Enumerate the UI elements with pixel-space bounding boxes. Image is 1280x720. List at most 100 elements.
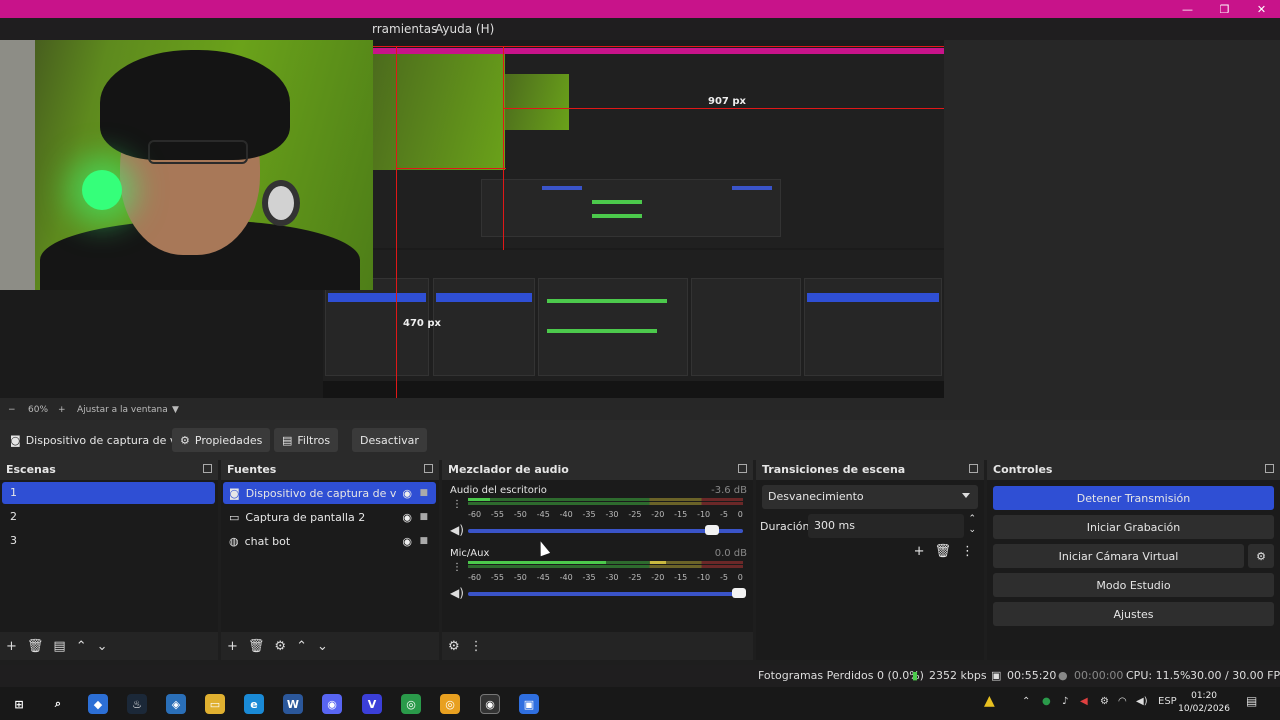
wifi-icon[interactable]: ◠ bbox=[1118, 696, 1127, 707]
windows-start-icon[interactable]: ⊞ bbox=[9, 694, 29, 714]
properties-button[interactable]: ⚙ Propiedades bbox=[172, 428, 271, 452]
scenes-undock-icon[interactable] bbox=[203, 464, 212, 473]
source-item[interactable]: ◍ chat bot ◉ ■ bbox=[223, 530, 436, 552]
microphone-icon[interactable]: ♪ bbox=[1062, 696, 1068, 707]
zoom-bar: − 60% + Ajustar a la ventana ▼ bbox=[0, 402, 1280, 420]
stop-streaming-button[interactable]: Detener Transmisión bbox=[993, 486, 1274, 510]
advanced-audio-icon[interactable]: ⚙ bbox=[448, 639, 460, 654]
gear-icon[interactable]: ⚙ bbox=[274, 639, 286, 654]
speaker-icon[interactable]: ◀) bbox=[450, 586, 464, 600]
tray-alert-icon[interactable]: ◀ bbox=[1080, 696, 1088, 707]
maximize-button[interactable]: ❐ bbox=[1206, 0, 1243, 18]
more-icon[interactable]: ⋮ bbox=[452, 562, 462, 573]
mixer-undock-icon[interactable] bbox=[738, 464, 747, 473]
trash-icon[interactable]: 🗑 bbox=[248, 639, 265, 654]
close-button[interactable]: ✕ bbox=[1243, 0, 1280, 18]
more-icon[interactable]: ⋮ bbox=[961, 544, 974, 559]
menu-help[interactable]: Ayuda (H) bbox=[435, 22, 494, 36]
speaker-icon[interactable]: ◀) bbox=[450, 523, 464, 537]
chevron-down-icon[interactable]: ▼ bbox=[172, 405, 179, 415]
app-icon[interactable]: ◈ bbox=[166, 694, 186, 714]
scene-item-1[interactable]: 1 bbox=[2, 482, 215, 504]
deactivate-button[interactable]: Desactivar bbox=[352, 428, 427, 452]
add-icon[interactable]: + bbox=[6, 639, 17, 654]
app-window-icon[interactable]: ▣ bbox=[519, 694, 539, 714]
volume-slider[interactable] bbox=[468, 525, 743, 535]
tick-label: -15 bbox=[674, 573, 688, 582]
settings-button[interactable]: Ajustes bbox=[993, 602, 1274, 626]
transitions-undock-icon[interactable] bbox=[969, 464, 978, 473]
sources-undock-icon[interactable] bbox=[424, 464, 433, 473]
source-item[interactable]: ▭ Captura de pantalla 2 ◉ ■ bbox=[223, 506, 436, 528]
clock[interactable]: 01:20 10/02/2026 bbox=[1178, 690, 1230, 716]
volume-slider-handle[interactable] bbox=[704, 525, 719, 535]
source-toolbar: ◙ Dispositivo de captura de v ⚙ Propieda… bbox=[0, 420, 1280, 460]
duration-stepper-icon[interactable]: ⌃ ⌄ bbox=[968, 514, 976, 536]
transition-select[interactable]: Desvanecimiento bbox=[762, 485, 978, 509]
lock-icon[interactable]: ■ bbox=[419, 512, 428, 522]
preview-canvas[interactable]: 907 px 470 px bbox=[0, 40, 944, 398]
start-virtual-camera-button[interactable]: Iniciar Cámara Virtual bbox=[993, 544, 1244, 568]
scene-item-3[interactable]: 3 bbox=[2, 530, 215, 552]
more-icon[interactable]: ⋮ bbox=[470, 639, 483, 654]
more-icon[interactable]: ⋮ bbox=[452, 499, 462, 510]
steam-icon[interactable]: ♨ bbox=[127, 694, 147, 714]
move-up-icon[interactable]: ⌃ bbox=[76, 639, 87, 654]
eye-icon[interactable]: ◉ bbox=[402, 535, 412, 548]
start-recording-button[interactable]: Iniciar Grabación bbox=[993, 515, 1274, 539]
file-explorer-icon[interactable]: ▭ bbox=[205, 694, 225, 714]
source-item[interactable]: ◙ Dispositivo de captura de vide ◉ ■ bbox=[223, 482, 436, 504]
zoom-in-button[interactable]: + bbox=[58, 405, 66, 415]
preview-area[interactable]: 907 px 470 px bbox=[0, 40, 1280, 402]
eye-icon[interactable]: ◉ bbox=[402, 487, 412, 500]
warning-icon[interactable]: ▲ bbox=[984, 693, 995, 709]
move-down-icon[interactable]: ⌄ bbox=[97, 639, 108, 654]
notification-icon[interactable]: ▤ bbox=[1246, 694, 1257, 708]
chrome-canary-icon[interactable]: ◎ bbox=[440, 694, 460, 714]
volume-slider-handle[interactable] bbox=[732, 588, 746, 598]
word-icon[interactable]: W bbox=[283, 694, 303, 714]
chrome-icon[interactable]: ◎ bbox=[401, 694, 421, 714]
studio-mode-button[interactable]: Modo Estudio bbox=[993, 573, 1274, 597]
trash-icon[interactable]: 🗑 bbox=[934, 544, 951, 559]
scene-item-2[interactable]: 2 bbox=[2, 506, 215, 528]
virtual-camera-settings-button[interactable]: ⚙ bbox=[1248, 544, 1274, 568]
move-down-icon[interactable]: ⌄ bbox=[317, 639, 328, 654]
nested-meter-2 bbox=[592, 214, 642, 218]
chevron-up-icon[interactable]: ⌃ bbox=[1022, 696, 1030, 707]
tray-settings-icon[interactable]: ⚙ bbox=[1100, 696, 1109, 707]
tick-label: -25 bbox=[628, 573, 642, 582]
move-up-icon[interactable]: ⌃ bbox=[296, 639, 307, 654]
language-indicator[interactable]: ESP bbox=[1158, 696, 1177, 707]
duration-input[interactable]: 300 ms bbox=[808, 514, 964, 538]
v-app-icon[interactable]: V bbox=[362, 694, 382, 714]
tick-label: -20 bbox=[651, 573, 665, 582]
eye-icon[interactable]: ◉ bbox=[402, 511, 412, 524]
volume-icon[interactable]: ◀) bbox=[1136, 696, 1148, 707]
discord-icon[interactable]: ◉ bbox=[322, 694, 342, 714]
controls-undock-icon[interactable] bbox=[1265, 464, 1274, 473]
trash-icon[interactable]: 🗑 bbox=[27, 639, 44, 654]
controls-dock: Controles Detener Transmisión Iniciar Gr… bbox=[987, 460, 1280, 660]
minimize-button[interactable]: — bbox=[1169, 0, 1206, 18]
tray-app-icon[interactable]: ● bbox=[1042, 696, 1051, 707]
menu-tools[interactable]: rramientas bbox=[372, 22, 437, 36]
filters-icon[interactable]: ▤ bbox=[53, 639, 65, 654]
fit-window-label[interactable]: Ajustar a la ventana bbox=[77, 405, 168, 415]
tick-label: 0 bbox=[737, 573, 743, 582]
tick-label: -45 bbox=[536, 573, 550, 582]
tick-label: -30 bbox=[605, 510, 619, 519]
meter-level-fill bbox=[468, 561, 606, 564]
search-icon[interactable]: ⌕ bbox=[48, 694, 68, 714]
volume-slider[interactable] bbox=[468, 588, 746, 598]
lock-icon[interactable]: ■ bbox=[419, 536, 428, 546]
obs-icon[interactable]: ◉ bbox=[480, 694, 500, 714]
add-icon[interactable]: + bbox=[914, 544, 925, 559]
mini-meter-2 bbox=[547, 329, 657, 333]
filters-button[interactable]: ▤ Filtros bbox=[274, 428, 339, 452]
copilot-icon[interactable]: ◆ bbox=[88, 694, 108, 714]
add-icon[interactable]: + bbox=[227, 639, 238, 654]
zoom-out-button[interactable]: − bbox=[8, 405, 16, 415]
edge-icon[interactable]: e bbox=[244, 694, 264, 714]
lock-icon[interactable]: ■ bbox=[419, 488, 428, 498]
